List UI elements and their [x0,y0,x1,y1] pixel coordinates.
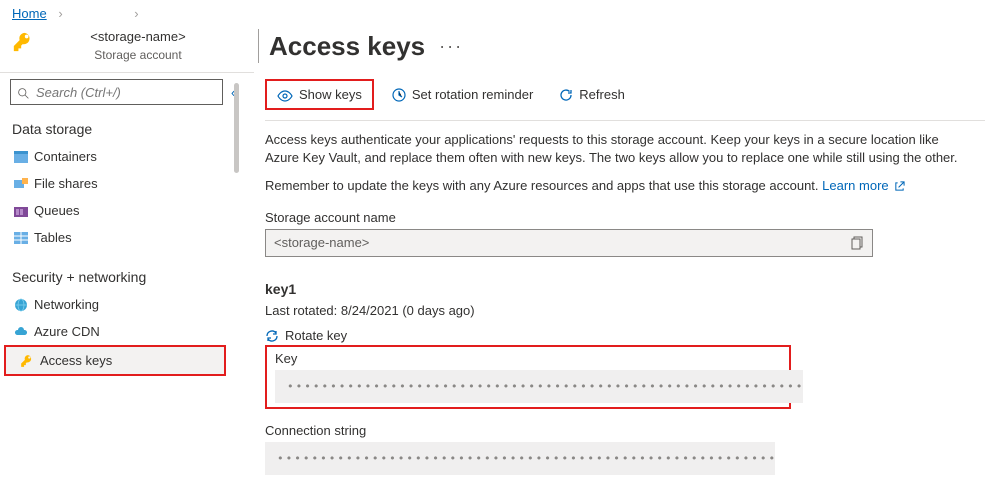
connection-string-label: Connection string [265,423,985,438]
highlight-show-keys: Show keys [265,79,374,110]
button-label: Show keys [299,87,362,102]
resource-header: <storage-name> Storage account [0,23,254,73]
rotate-key-button[interactable]: Rotate key [265,328,985,344]
sidebar-item-access-keys[interactable]: Access keys [6,347,224,374]
key-icon [20,354,40,368]
sidebar-item-label: File shares [34,176,98,191]
resource-type: Storage account [34,48,242,62]
connection-string-field: ••••••••••••••••••••••••••••••••••••••••… [265,442,775,475]
title-divider [258,29,259,63]
fileshare-icon [14,178,34,190]
queue-icon [14,205,34,217]
sidebar-item-tables[interactable]: Tables [0,224,230,251]
sidebar-item-queues[interactable]: Queues [0,197,230,224]
eye-icon [277,87,293,102]
sidebar-item-label: Queues [34,203,80,218]
learn-more-link[interactable]: Learn more [822,178,888,193]
search-box[interactable] [10,79,223,105]
clock-icon [392,87,406,103]
chevron-right-icon: › [58,6,62,21]
sidebar-section-security: Security + networking [0,263,230,291]
search-input[interactable] [34,84,216,101]
show-keys-button[interactable]: Show keys [269,83,370,106]
sidebar-section-data-storage: Data storage [0,115,230,143]
storage-account-name-label: Storage account name [265,210,985,225]
sidebar-item-label: Tables [34,230,72,245]
button-label: Refresh [579,87,625,102]
rotate-icon [265,328,279,344]
globe-icon [14,298,34,312]
external-link-icon [894,178,905,193]
set-rotation-reminder-button[interactable]: Set rotation reminder [384,83,541,107]
page-title: Access keys [269,31,425,62]
copy-icon[interactable] [851,235,864,251]
breadcrumb-home[interactable]: Home [12,6,47,21]
refresh-icon [559,87,573,103]
sidebar-item-networking[interactable]: Networking [0,291,230,318]
resource-name: <storage-name> [34,29,242,44]
sidebar-item-label: Azure CDN [34,324,100,339]
toolbar: Show keys Set rotation reminder Refresh [265,77,985,121]
table-icon [14,232,34,244]
search-icon [17,84,30,99]
description-2-text: Remember to update the keys with any Azu… [265,178,822,193]
cdn-icon [14,326,34,338]
storage-account-name-value: <storage-name> [274,235,851,250]
highlight-key-field: Key ••••••••••••••••••••••••••••••••••••… [265,345,791,409]
refresh-button[interactable]: Refresh [551,83,633,107]
sidebar-item-file-shares[interactable]: File shares [0,170,230,197]
sidebar-item-label: Containers [34,149,97,164]
key1-heading: key1 [265,281,985,297]
description-2: Remember to update the keys with any Azu… [265,177,965,195]
key1-last-rotated: Last rotated: 8/24/2021 (0 days ago) [265,303,985,318]
highlight-access-keys: Access keys [4,345,226,376]
sidebar-item-azure-cdn[interactable]: Azure CDN [0,318,230,345]
button-label: Set rotation reminder [412,87,533,102]
sidebar-item-label: Networking [34,297,99,312]
description-1: Access keys authenticate your applicatio… [265,131,965,167]
storage-account-name-field: <storage-name> [265,229,873,257]
sidebar-item-containers[interactable]: Containers [0,143,230,170]
container-icon [14,151,34,163]
key-value-field: ••••••••••••••••••••••••••••••••••••••••… [275,370,803,403]
sidebar-scrollbar[interactable] [230,73,243,475]
key-icon [12,31,34,53]
rotate-key-label: Rotate key [285,328,347,343]
key-label: Key [275,351,781,366]
sidebar: « Data storage Containers File shares Qu… [0,73,230,475]
sidebar-item-label: Access keys [40,353,112,368]
more-button[interactable]: ··· [439,36,463,57]
chevron-right-icon: › [134,6,138,21]
main-content: Show keys Set rotation reminder Refresh … [243,73,997,475]
breadcrumb: Home › › [0,0,997,23]
